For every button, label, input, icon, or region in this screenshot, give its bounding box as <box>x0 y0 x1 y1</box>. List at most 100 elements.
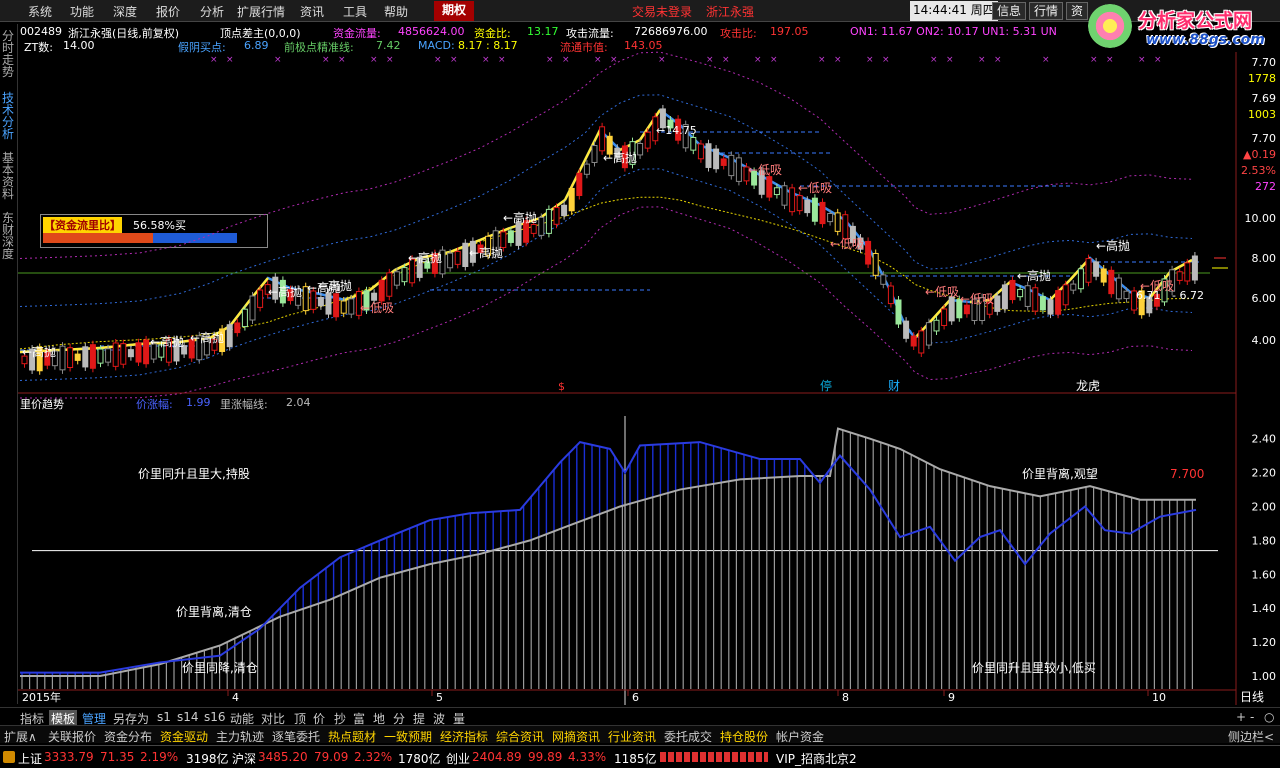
candle <box>226 320 233 351</box>
candle <box>925 318 932 350</box>
sell-signal: ←高抛 <box>469 245 503 260</box>
date-label: 5 <box>436 691 443 704</box>
tab-s1[interactable]: s1 <box>157 710 171 724</box>
sh-label[interactable]: 上证 <box>18 750 42 767</box>
signal-marker: × <box>658 55 666 65</box>
candle-body <box>1123 290 1130 300</box>
candle-body <box>918 330 925 354</box>
signal-marker: × <box>834 55 842 65</box>
candle <box>887 282 894 308</box>
candle <box>143 335 150 368</box>
candle-body <box>773 187 780 196</box>
link-account[interactable]: 帐户资金 <box>776 728 824 745</box>
link-tick-order[interactable]: 逐笔委托 <box>272 728 320 745</box>
link-industry[interactable]: 行业资讯 <box>608 728 656 745</box>
link-web-news[interactable]: 网摘资讯 <box>552 728 600 745</box>
candle-body <box>1055 290 1062 315</box>
candle <box>82 342 89 371</box>
signal-marker: × <box>754 55 762 65</box>
signal-marker: × <box>210 55 218 65</box>
candle-body <box>1047 299 1054 315</box>
sell-signal: ←高抛 <box>190 330 224 345</box>
lower-axis-tick: 1.00 <box>1252 670 1277 683</box>
lower-s1-value: 1.99 <box>186 396 211 409</box>
link-main-track[interactable]: 主力轨迹 <box>216 728 264 745</box>
status-bar: 上证 3333.79 71.35 2.19% 3198亿 沪深 3485.20 … <box>0 745 1280 768</box>
candle-body <box>1032 287 1039 312</box>
candle-body <box>226 324 233 348</box>
bottom-link-bar: 扩展∧ 关联报价 资金分布 资金驱动 主力轨迹 逐笔委托 热点题材 一致预期 经… <box>0 725 1280 745</box>
candle-body <box>257 289 264 308</box>
signal-marker: × <box>882 55 890 65</box>
hs-pct: 2.32% <box>354 750 393 764</box>
candle-body <box>827 212 834 223</box>
link-related-quote[interactable]: 关联报价 <box>48 728 96 745</box>
candle-body <box>371 292 378 301</box>
signal-marker: × <box>546 55 554 65</box>
price-axis-top: 7.70 <box>1252 56 1277 69</box>
hs-amount: 1780亿 <box>398 752 441 766</box>
lower-axis-tick: 2.20 <box>1252 467 1277 480</box>
candle <box>545 205 552 238</box>
status-bell-icon <box>3 751 15 763</box>
candle <box>1024 281 1031 311</box>
candle <box>644 128 651 153</box>
candle-body <box>1115 277 1122 300</box>
candle <box>872 249 879 280</box>
price-axis-tick: 6.00 <box>1252 292 1277 305</box>
candle-body <box>1085 258 1092 283</box>
signal-marker: × <box>930 55 938 65</box>
signal-marker: × <box>434 55 442 65</box>
link-expand[interactable]: 扩展∧ <box>4 728 37 745</box>
tab-s16[interactable]: s16 <box>204 710 226 724</box>
buy-signal: ←低吸 <box>360 301 394 315</box>
link-consensus[interactable]: 一致预期 <box>384 728 432 745</box>
last-value-label: - 6.72 <box>1172 289 1204 302</box>
link-hot-topics[interactable]: 热点题材 <box>328 728 376 745</box>
link-econ[interactable]: 经济指标 <box>440 728 488 745</box>
signal-marker: × <box>274 55 282 65</box>
candle <box>1001 280 1008 313</box>
candle <box>583 160 590 179</box>
lower-axis-tick: 1.40 <box>1252 602 1277 615</box>
bottom-tab-bar: 指标 模板 管理 另存为 s1 s14 s16 动能 对比 顶 价 抄 富 地 … <box>0 707 1280 727</box>
hs-label[interactable]: 沪深 <box>232 750 256 767</box>
price-axis-top: 7.69 <box>1252 92 1277 105</box>
zoom-out-button[interactable]: - <box>1250 710 1254 724</box>
cy-label[interactable]: 创业 <box>446 750 470 767</box>
sidebar-toggle[interactable]: 侧边栏< <box>1228 728 1274 745</box>
link-holdings[interactable]: 持仓股份 <box>720 728 768 745</box>
server-name: VIP_招商北京2 <box>776 752 857 766</box>
trend-up-segment <box>99 342 141 350</box>
candle-body <box>241 308 248 328</box>
candle-body <box>1184 262 1191 282</box>
candle-body <box>804 199 811 214</box>
candle-body <box>1093 261 1100 277</box>
price-axis-top: 1003 <box>1248 108 1276 121</box>
candle <box>1070 280 1077 295</box>
candle <box>811 194 818 226</box>
signal-marker: × <box>1106 55 1114 65</box>
candle <box>1191 252 1198 284</box>
candle-body <box>507 230 514 243</box>
candle-body <box>697 143 704 160</box>
link-fund-drive[interactable]: 资金驱动 <box>160 728 208 745</box>
event-dividend: $ <box>558 380 565 393</box>
link-orders[interactable]: 委托成交 <box>664 728 712 745</box>
price-panel: × × × × × × × × × × × × × × × × × × × × × × × × × × × × × × × × × ←高抛 ←高抛 ←… <box>18 51 1228 399</box>
tab-s14[interactable]: s14 <box>177 710 199 724</box>
buy-signal: ←低吸 <box>960 292 994 306</box>
candle-body <box>340 300 347 314</box>
reset-button[interactable]: ○ <box>1264 710 1274 724</box>
zoom-in-button[interactable]: + <box>1236 710 1246 724</box>
link-comp-news[interactable]: 综合资讯 <box>496 728 544 745</box>
signal-marker: × <box>1154 55 1162 65</box>
candle-body <box>910 335 917 347</box>
link-fund-dist[interactable]: 资金分布 <box>104 728 152 745</box>
sh-amount: 3198亿 <box>186 752 229 766</box>
candle-body <box>591 145 598 163</box>
candle-body <box>454 250 461 265</box>
candle-body <box>348 298 355 315</box>
candle-body <box>819 201 826 225</box>
candle-body <box>583 163 590 175</box>
